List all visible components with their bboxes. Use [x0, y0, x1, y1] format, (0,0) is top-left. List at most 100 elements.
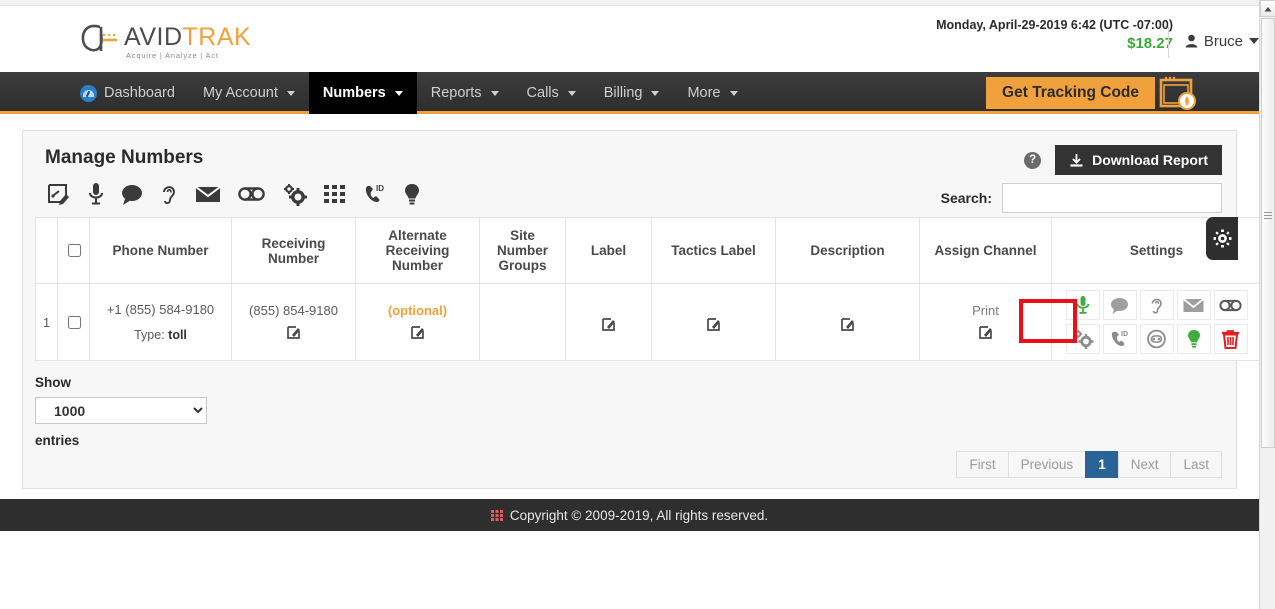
nav-item-billing[interactable]: Billing	[590, 72, 674, 114]
keypad-grid-icon[interactable]	[324, 185, 345, 203]
assign-channel-value: Print	[972, 302, 999, 318]
caller-id-phone-icon[interactable]: ID	[1102, 324, 1137, 354]
gears-icon[interactable]	[1065, 324, 1100, 354]
main-navbar: Dashboard My Account Numbers Reports Cal…	[0, 72, 1259, 114]
page-size-select[interactable]: 1000	[35, 397, 207, 424]
logo-text-avid: AVID	[124, 23, 183, 51]
cell-settings: ID	[1051, 283, 1259, 361]
voicemail-icon[interactable]	[238, 186, 265, 202]
ear-listen-icon[interactable]	[1139, 290, 1174, 320]
header-receiving-number[interactable]: Receiving Number	[231, 217, 356, 284]
microphone-icon[interactable]	[1065, 290, 1100, 320]
entries-label: entries	[35, 433, 80, 448]
current-datetime: Monday, April-29-2019 6:42 (UTC -07:00)	[936, 18, 1173, 32]
nav-label: More	[687, 85, 721, 101]
nav-item-dashboard[interactable]: Dashboard	[66, 72, 189, 114]
browser-scrollbar[interactable]	[1259, 0, 1275, 609]
help-icon[interactable]: ?	[1024, 151, 1042, 169]
trash-icon[interactable]	[1213, 324, 1248, 354]
scrollbar-up-arrow[interactable]	[1260, 0, 1275, 17]
cell-assign-channel: Print	[919, 283, 1052, 361]
download-report-button[interactable]: Download Report	[1055, 145, 1222, 175]
show-label: Show	[35, 375, 71, 390]
scrollbar-grip	[1264, 212, 1272, 219]
microphone-icon[interactable]	[88, 182, 104, 206]
pagination-last[interactable]: Last	[1170, 451, 1222, 478]
header-alternate-receiving-number[interactable]: Alternate Receiving Number	[355, 217, 480, 284]
header-info: Monday, April-29-2019 6:42 (UTC -07:00) …	[936, 18, 1173, 52]
search-input[interactable]	[1002, 183, 1222, 213]
table-footer-controls: Show 1000 entries First Previous 1 Next …	[35, 375, 1224, 478]
edit-icon[interactable]	[286, 325, 301, 342]
phone-type-label: Type:	[134, 328, 165, 342]
get-tracking-code-button[interactable]: Get Tracking Code	[986, 77, 1155, 109]
download-icon	[1070, 153, 1083, 167]
ear-listen-icon[interactable]	[161, 183, 178, 206]
pagination-next[interactable]: Next	[1117, 451, 1172, 478]
gear-icon	[1213, 229, 1231, 248]
settings-icon-grid: ID	[1056, 290, 1257, 354]
download-report-label: Download Report	[1092, 152, 1208, 168]
voicemail-icon[interactable]	[1213, 290, 1248, 320]
cell-alternate-receiving-number: (optional)	[355, 283, 480, 361]
header-site-number-groups[interactable]: Site Number Groups	[479, 217, 566, 284]
nav-item-calls[interactable]: Calls	[513, 72, 590, 114]
chat-bubble-icon[interactable]	[1102, 290, 1137, 320]
table-header-row: Phone Number Receiving Number Alternate …	[35, 217, 1259, 284]
logo-tagline: Acquire | Analyze | Act	[126, 51, 219, 60]
header-assign-channel[interactable]: Assign Channel	[919, 217, 1052, 284]
avidtrak-logo[interactable]: AVIDTRAK Acquire | Analyze | Act	[80, 17, 251, 65]
user-menu[interactable]: Bruce	[1167, 24, 1259, 58]
table-settings-tab[interactable]	[1206, 217, 1238, 260]
edit-icon[interactable]	[978, 325, 993, 342]
cell-description	[775, 283, 920, 361]
phone-type: Type: toll	[94, 328, 227, 342]
cell-row-index: 1	[35, 283, 58, 361]
nav-item-reports[interactable]: Reports	[417, 72, 513, 114]
whisper-robot-icon[interactable]	[1139, 324, 1174, 354]
logo-mark-icon	[81, 24, 117, 52]
pagination-previous[interactable]: Previous	[1007, 451, 1087, 478]
header-label[interactable]: Label	[565, 217, 652, 284]
header-phone-number[interactable]: Phone Number	[89, 217, 232, 284]
envelope-icon[interactable]	[1176, 290, 1211, 320]
search-label: Search:	[940, 190, 992, 206]
pagination-first[interactable]: First	[956, 451, 1009, 478]
logo-wordmark: AVIDTRAK	[124, 23, 251, 52]
table-row: 1 +1 (855) 584-9180 Type: toll (855) 854…	[35, 283, 1259, 361]
header-tactics-label[interactable]: Tactics Label	[651, 217, 776, 284]
chevron-down-icon	[567, 90, 576, 96]
nav-label: Billing	[603, 85, 643, 101]
envelope-icon[interactable]	[195, 185, 221, 204]
caller-id-phone-icon[interactable]: ID	[362, 183, 387, 206]
nav-item-my-account[interactable]: My Account	[189, 72, 309, 114]
receiving-number-value: (855) 854-9180	[249, 302, 338, 318]
lightbulb-icon[interactable]	[1176, 324, 1211, 354]
edit-icon[interactable]	[601, 317, 616, 334]
page-viewport: AVIDTRAK Acquire | Analyze | Act Monday,…	[0, 0, 1259, 609]
lightbulb-icon[interactable]	[404, 183, 420, 206]
chat-bubble-icon[interactable]	[121, 184, 144, 205]
footer-grid-icon	[490, 509, 503, 521]
row-select-checkbox[interactable]	[67, 315, 81, 329]
dashboard-icon	[80, 84, 97, 102]
gears-icon[interactable]	[282, 183, 307, 206]
note-edit-icon[interactable]	[47, 183, 71, 205]
tracking-window-icon[interactable]	[1159, 75, 1197, 111]
chevron-down-icon	[394, 90, 403, 96]
edit-icon[interactable]	[410, 325, 425, 342]
edit-icon[interactable]	[840, 317, 855, 334]
cell-phone-number: +1 (855) 584-9180 Type: toll	[89, 283, 232, 361]
scrollbar-thumb[interactable]	[1261, 18, 1275, 448]
header-description[interactable]: Description	[775, 217, 920, 284]
nav-label: Dashboard	[104, 85, 175, 101]
nav-label: Reports	[430, 85, 482, 101]
select-all-checkbox[interactable]	[67, 244, 81, 257]
nav-item-more[interactable]: More	[673, 72, 751, 114]
pagination-page-1[interactable]: 1	[1085, 451, 1119, 478]
edit-icon[interactable]	[706, 317, 721, 334]
phone-number-value: +1 (855) 584-9180	[106, 302, 215, 317]
nav-item-numbers[interactable]: Numbers	[308, 72, 417, 114]
search-area: Search:	[941, 183, 1222, 213]
cell-row-checkbox	[57, 283, 90, 361]
